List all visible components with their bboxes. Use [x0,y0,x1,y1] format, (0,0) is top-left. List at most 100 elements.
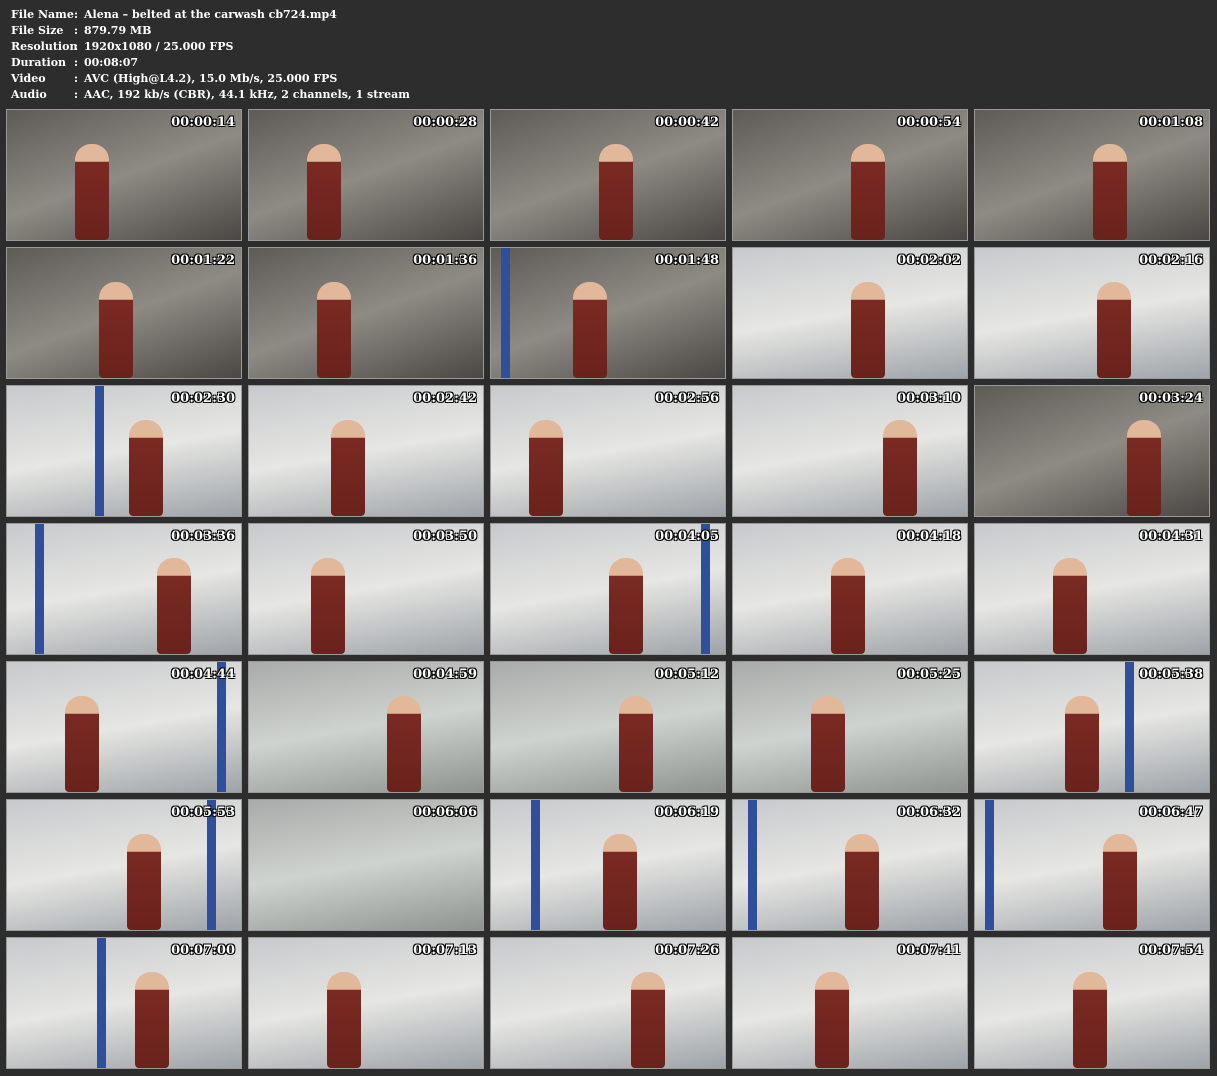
video-thumbnail: 00:02:16 [974,247,1210,379]
thumbnail-figure [599,144,633,240]
thumbnail-pillar [531,800,540,930]
thumbnail-figure [851,282,885,378]
thumbnail-figure [1103,834,1137,930]
info-key: Duration [11,56,67,69]
thumbnail-timestamp: 00:01:48 [655,253,719,268]
thumbnail-timestamp: 00:06:06 [413,805,477,820]
thumbnail-figure [327,972,361,1068]
thumbnail-timestamp: 00:04:44 [171,667,235,682]
video-thumbnail: 00:00:42 [490,109,726,241]
thumbnail-timestamp: 00:02:16 [1139,253,1203,268]
thumbnail-figure [1053,558,1087,654]
video-thumbnail: 00:04:44 [6,661,242,793]
thumbnail-pillar [985,800,994,930]
info-separator: : [74,8,79,21]
thumbnail-timestamp: 00:03:10 [897,391,961,406]
thumbnail-timestamp: 00:05:38 [1139,667,1203,682]
video-thumbnail: 00:05:53 [6,799,242,931]
info-value: Alena – belted at the carwash cb724.mp4 [84,8,337,21]
thumbnail-timestamp: 00:02:56 [655,391,719,406]
thumbnail-timestamp: 00:05:25 [897,667,961,682]
thumbnail-timestamp: 00:07:26 [655,943,719,958]
video-thumbnail: 00:00:28 [248,109,484,241]
thumbnail-figure [529,420,563,516]
thumbnail-figure [883,420,917,516]
info-separator: : [74,24,79,37]
info-key: Audio [11,88,47,101]
thumbnail-figure [1065,696,1099,792]
thumbnail-timestamp: 00:07:54 [1139,943,1203,958]
video-thumbnail: 00:07:54 [974,937,1210,1069]
video-thumbnail: 00:05:12 [490,661,726,793]
thumbnail-figure [99,282,133,378]
thumbnail-pillar [1125,662,1134,792]
thumbnail-timestamp: 00:07:41 [897,943,961,958]
thumbnail-timestamp: 00:01:22 [171,253,235,268]
thumbnail-figure [811,696,845,792]
video-thumbnail: 00:03:36 [6,523,242,655]
thumbnail-timestamp: 00:02:02 [897,253,961,268]
video-thumbnail: 00:01:48 [490,247,726,379]
thumbnail-pillar [748,800,757,930]
thumbnail-figure [331,420,365,516]
thumbnail-figure [1127,420,1161,516]
video-thumbnail: 00:04:31 [974,523,1210,655]
video-thumbnail: 00:02:30 [6,385,242,517]
thumbnail-figure [1073,972,1107,1068]
video-thumbnail: 00:04:05 [490,523,726,655]
thumbnail-timestamp: 00:02:30 [171,391,235,406]
info-key: File Name [11,8,74,21]
thumbnail-pillar [501,248,510,378]
thumbnail-timestamp: 00:06:47 [1139,805,1203,820]
video-thumbnail: 00:01:22 [6,247,242,379]
thumbnail-figure [307,144,341,240]
thumbnail-timestamp: 00:03:50 [413,529,477,544]
video-thumbnail: 00:00:14 [6,109,242,241]
info-value: AVC (High@L4.2), 15.0 Mb/s, 25.000 FPS [84,72,338,85]
video-thumbnail: 00:07:13 [248,937,484,1069]
info-value: 1920x1080 / 25.000 FPS [84,40,234,53]
thumbnail-figure [75,144,109,240]
thumbnail-figure [603,834,637,930]
thumbnail-figure [1093,144,1127,240]
thumbnail-figure [631,972,665,1068]
thumbnail-timestamp: 00:04:18 [897,529,961,544]
thumbnail-figure [129,420,163,516]
thumbnail-figure [157,558,191,654]
thumbnail-figure [135,972,169,1068]
thumbnail-pillar [97,938,106,1068]
thumbnail-pillar [35,524,44,654]
thumbnail-figure [65,696,99,792]
thumbnail-figure [311,558,345,654]
thumbnail-figure [1097,282,1131,378]
video-thumbnail: 00:06:32 [732,799,968,931]
thumbnail-timestamp: 00:05:12 [655,667,719,682]
info-row-audio: Audio : AAC, 192 kb/s (CBR), 44.1 kHz, 2… [11,87,410,103]
thumbnail-figure [573,282,607,378]
thumbnail-figure [127,834,161,930]
video-thumbnail: 00:07:41 [732,937,968,1069]
info-separator: : [74,56,79,69]
video-thumbnail: 00:07:26 [490,937,726,1069]
thumbnail-figure [851,144,885,240]
thumbnail-figure [845,834,879,930]
info-key: Video [11,72,46,85]
thumbnail-figure [317,282,351,378]
info-value: AAC, 192 kb/s (CBR), 44.1 kHz, 2 channel… [84,88,410,101]
thumbnail-timestamp: 00:04:31 [1139,529,1203,544]
info-value: 00:08:07 [84,56,139,69]
video-thumbnail: 00:01:36 [248,247,484,379]
video-thumbnail: 00:01:08 [974,109,1210,241]
video-thumbnail: 00:05:25 [732,661,968,793]
info-separator: : [74,72,79,85]
thumbnail-timestamp: 00:07:00 [171,943,235,958]
thumbnail-figure [387,696,421,792]
video-thumbnail: 00:06:06 [248,799,484,931]
thumbnail-timestamp: 00:06:32 [897,805,961,820]
info-key: Resolution [11,40,78,53]
file-info-panel: File Name : Alena – belted at the carwas… [11,7,410,103]
info-row-resolution: Resolution : 1920x1080 / 25.000 FPS [11,39,410,55]
thumbnail-figure [815,972,849,1068]
thumbnail-timestamp: 00:01:08 [1139,115,1203,130]
thumbnail-grid: 00:00:14 00:00:28 00:00:42 00:00:54 00:01:08… [6,109,1210,1069]
